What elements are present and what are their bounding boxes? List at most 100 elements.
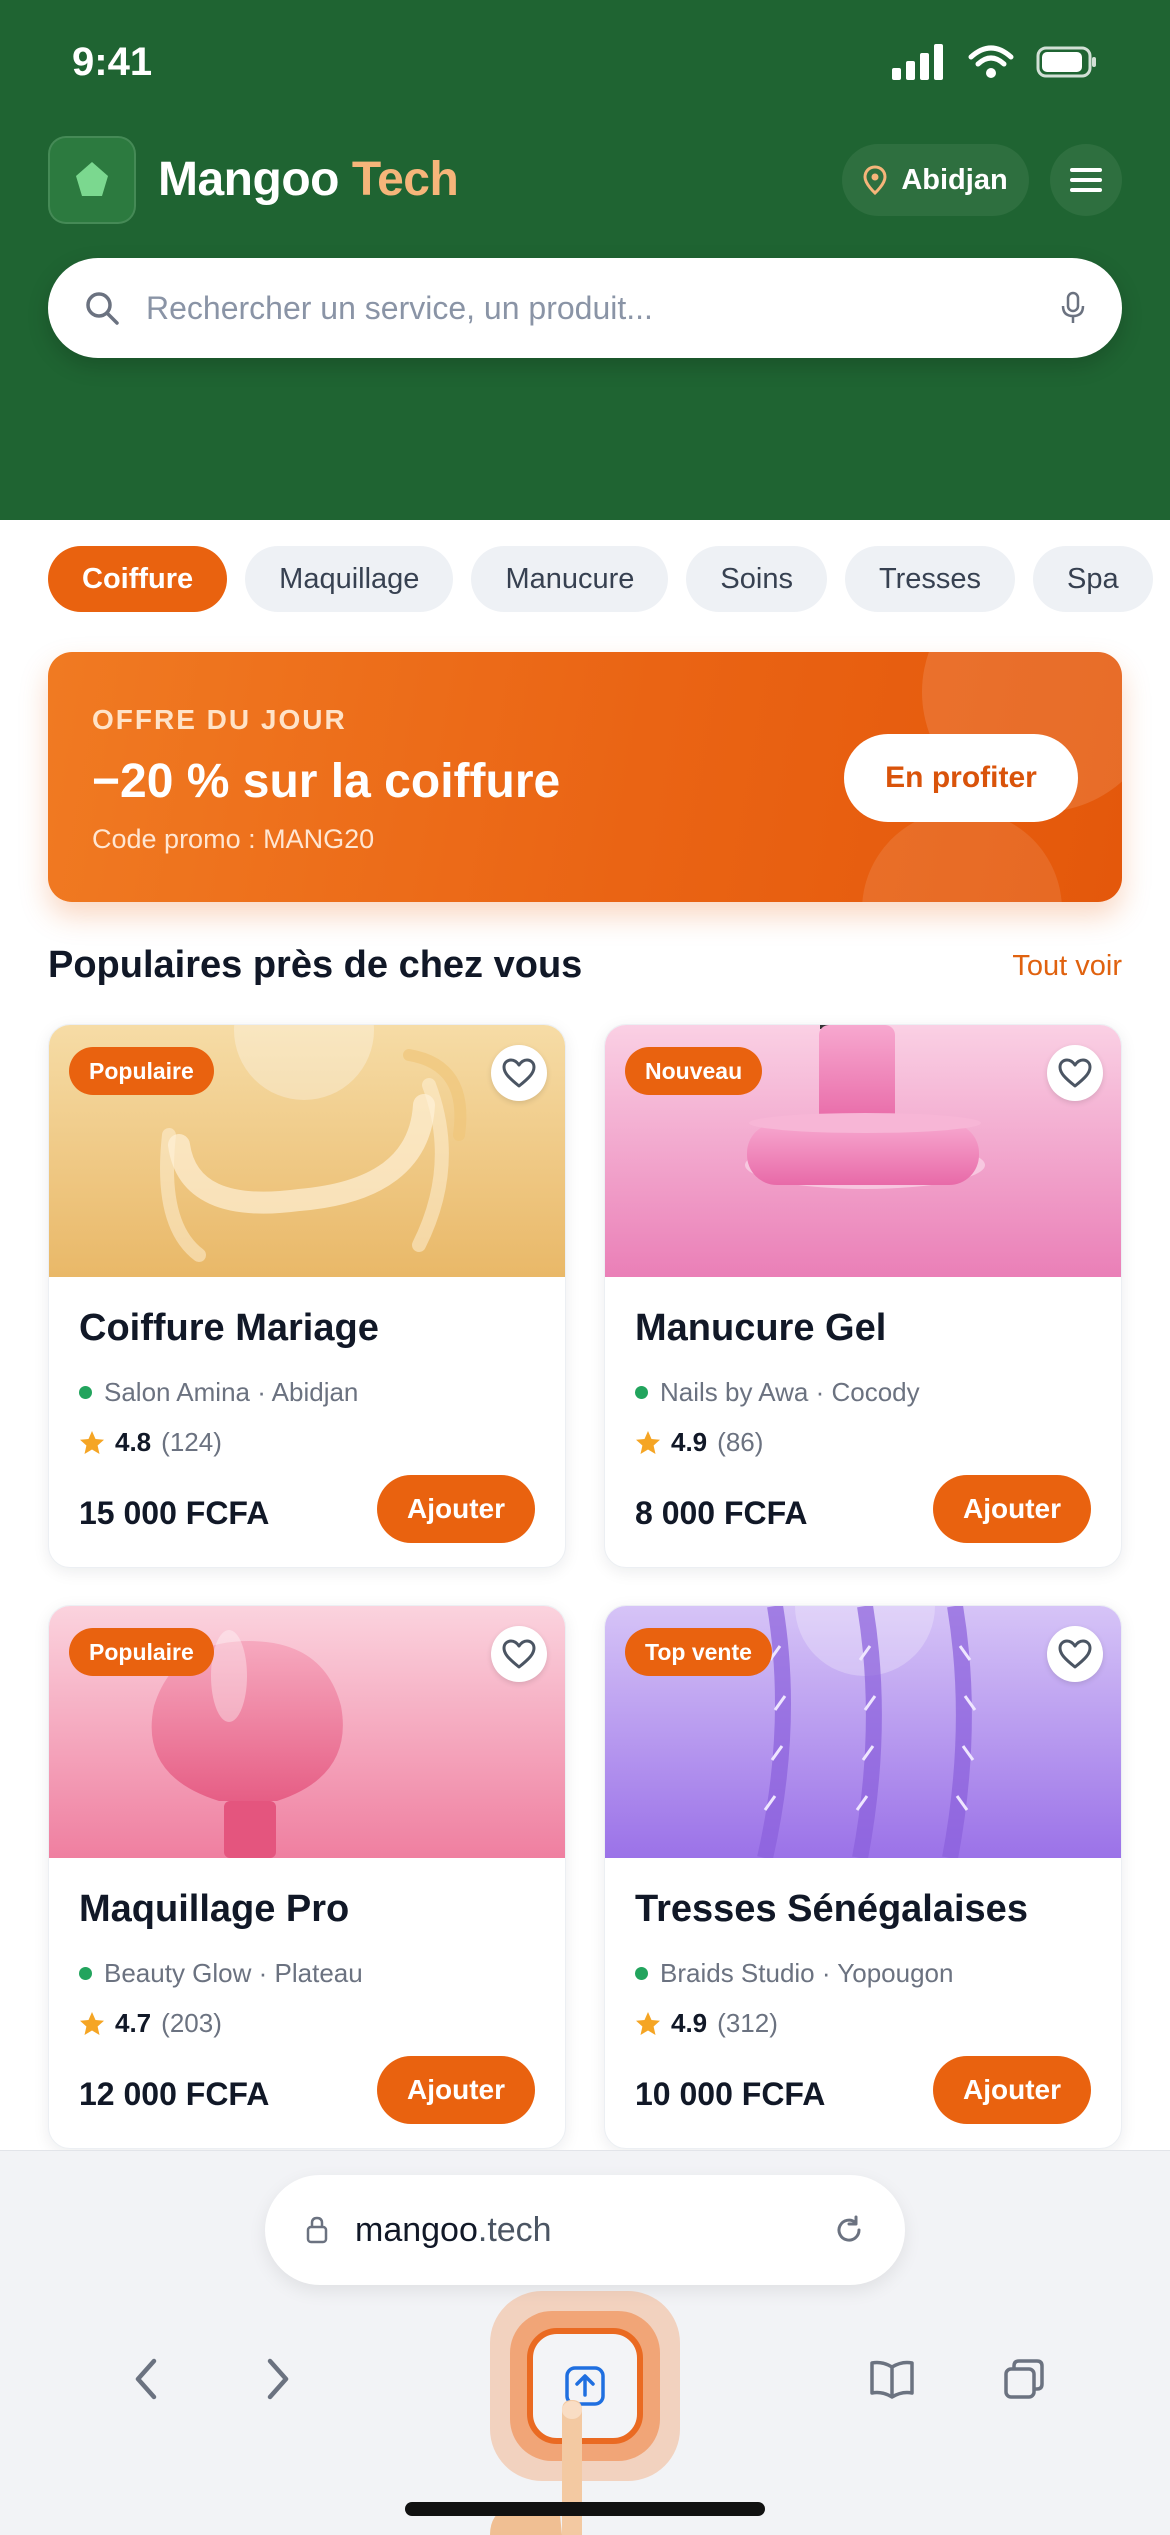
product-rating: 4.9 (312) [635, 2008, 778, 2039]
product-card[interactable]: Populaire Maquillage Pro Beauty Glow · P… [48, 1605, 566, 2149]
menu-button[interactable] [1050, 144, 1122, 216]
brand-name-accent: Tech [351, 153, 459, 206]
home-indicator [405, 2502, 765, 2516]
promo-decor-circle [862, 810, 1062, 902]
leaf-logo-icon [76, 162, 108, 196]
brand-logo[interactable] [48, 136, 136, 224]
heart-icon [502, 1639, 536, 1669]
product-card[interactable]: Top vente Tresses Sénégalaises Braids St… [604, 1605, 1122, 2149]
back-button[interactable] [116, 2349, 176, 2409]
product-title: Tresses Sénégalaises [635, 1888, 1028, 1930]
address-bar[interactable]: mangoo.tech [265, 2175, 905, 2285]
favorite-button[interactable] [1047, 1045, 1103, 1101]
category-chip-tresses[interactable]: Tresses [844, 546, 1016, 612]
rating-score: 4.7 [115, 2008, 152, 2038]
product-vendor: Nails by Awa · Cocody [635, 1377, 920, 1408]
category-chip-soins[interactable]: Soins [686, 546, 827, 612]
rating-score: 4.8 [115, 1427, 152, 1457]
wifi-icon [968, 45, 1014, 78]
product-card[interactable]: Populaire Coiffure Mariage Salon Amina ·… [48, 1024, 566, 1568]
product-price: 12 000 FCFA [79, 2076, 270, 2112]
star-icon [636, 2011, 660, 2035]
product-rating: 4.7 (203) [79, 2008, 222, 2039]
product-vendor: Salon Amina · Abidjan [79, 1377, 358, 1408]
cellular-signal-icon [892, 44, 943, 80]
search-icon [86, 292, 119, 325]
brand-name: Mangoo Tech [158, 152, 459, 207]
product-badge: Populaire [69, 1047, 214, 1095]
forward-button[interactable] [248, 2349, 308, 2409]
favorite-button[interactable] [1047, 1626, 1103, 1682]
microphone-icon[interactable] [1060, 291, 1086, 325]
promo-title: −20 % sur la coiffure [92, 755, 561, 808]
product-rating: 4.8 (124) [79, 1427, 222, 1458]
online-dot-icon [635, 1967, 648, 1980]
location-label: Abidjan [901, 163, 1008, 196]
search-bar[interactable] [48, 258, 1122, 358]
url-domain: mangoo [355, 2210, 478, 2249]
product-badge: Populaire [69, 1628, 214, 1676]
product-badge: Top vente [625, 1628, 772, 1676]
online-dot-icon [635, 1386, 648, 1399]
heart-icon [1058, 1639, 1092, 1669]
rating-count: (124) [161, 1427, 222, 1457]
category-chips: Coiffure Maquillage Manucure Soins Tress… [48, 546, 1153, 612]
bookmarks-button[interactable] [862, 2349, 922, 2409]
category-chip-maquillage[interactable]: Maquillage [245, 546, 454, 612]
product-title: Manucure Gel [635, 1307, 887, 1349]
url-text: mangoo.tech [355, 2211, 833, 2250]
favorite-button[interactable] [491, 1045, 547, 1101]
product-card[interactable]: Nouveau Manucure Gel Nails by Awa · Coco… [604, 1024, 1122, 1568]
see-all-link[interactable]: Tout voir [1012, 950, 1122, 983]
add-to-cart-button[interactable]: Ajouter [933, 1475, 1091, 1543]
product-title: Coiffure Mariage [79, 1307, 379, 1349]
product-price: 10 000 FCFA [635, 2076, 826, 2112]
favorite-button[interactable] [491, 1626, 547, 1682]
lock-icon [306, 2216, 328, 2244]
product-rating: 4.9 (86) [635, 1427, 763, 1458]
rating-count: (203) [161, 2008, 222, 2038]
location-selector[interactable]: Abidjan [842, 144, 1029, 216]
promo-kicker: OFFRE DU JOUR [92, 704, 347, 735]
star-icon [80, 2011, 104, 2035]
search-input[interactable] [146, 289, 1060, 327]
vendor-label: Nails by Awa · Cocody [660, 1377, 920, 1407]
vendor-label: Beauty Glow · Plateau [104, 1958, 363, 1988]
add-to-cart-button[interactable]: Ajouter [377, 1475, 535, 1543]
brand-name-main: Mangoo [158, 153, 339, 206]
tabs-overview-icon [1004, 2359, 1044, 2399]
promo-cta-button[interactable]: En profiter [844, 734, 1078, 822]
product-vendor: Beauty Glow · Plateau [79, 1958, 363, 1989]
chevron-left-icon [135, 2358, 157, 2400]
url-tld: .tech [477, 2210, 552, 2249]
status-icons [892, 44, 1098, 80]
product-price: 8 000 FCFA [635, 1495, 808, 1531]
reload-icon[interactable] [833, 2214, 865, 2246]
chevron-right-icon [267, 2358, 289, 2400]
rating-count: (86) [717, 1427, 764, 1457]
add-to-cart-button[interactable]: Ajouter [377, 2056, 535, 2124]
battery-icon [1036, 46, 1096, 78]
category-chip-spa[interactable]: Spa [1033, 546, 1153, 612]
tabs-button[interactable] [994, 2349, 1054, 2409]
heart-icon [502, 1058, 536, 1088]
app-header: 9:41 Mangoo Tech Abidjan Rechercher un s… [0, 0, 1170, 520]
vendor-label: Salon Amina · Abidjan [104, 1377, 359, 1407]
product-title: Maquillage Pro [79, 1888, 350, 1930]
heart-icon [1058, 1058, 1092, 1088]
section-title: Populaires près de chez vous [48, 944, 583, 986]
book-open-icon [870, 2360, 914, 2399]
category-chip-manucure[interactable]: Manucure [471, 546, 669, 612]
online-dot-icon [79, 1967, 92, 1980]
promo-code: Code promo : MANG20 [92, 824, 375, 854]
status-time: 9:41 [72, 40, 153, 84]
rating-count: (312) [717, 2008, 778, 2038]
map-pin-icon [863, 165, 887, 195]
category-chip-coiffure[interactable]: Coiffure [48, 546, 228, 612]
rating-score: 4.9 [671, 1427, 708, 1457]
add-to-cart-button[interactable]: Ajouter [933, 2056, 1091, 2124]
rating-score: 4.9 [671, 2008, 708, 2038]
star-icon [636, 1430, 660, 1454]
star-icon [80, 1430, 104, 1454]
online-dot-icon [79, 1386, 92, 1399]
